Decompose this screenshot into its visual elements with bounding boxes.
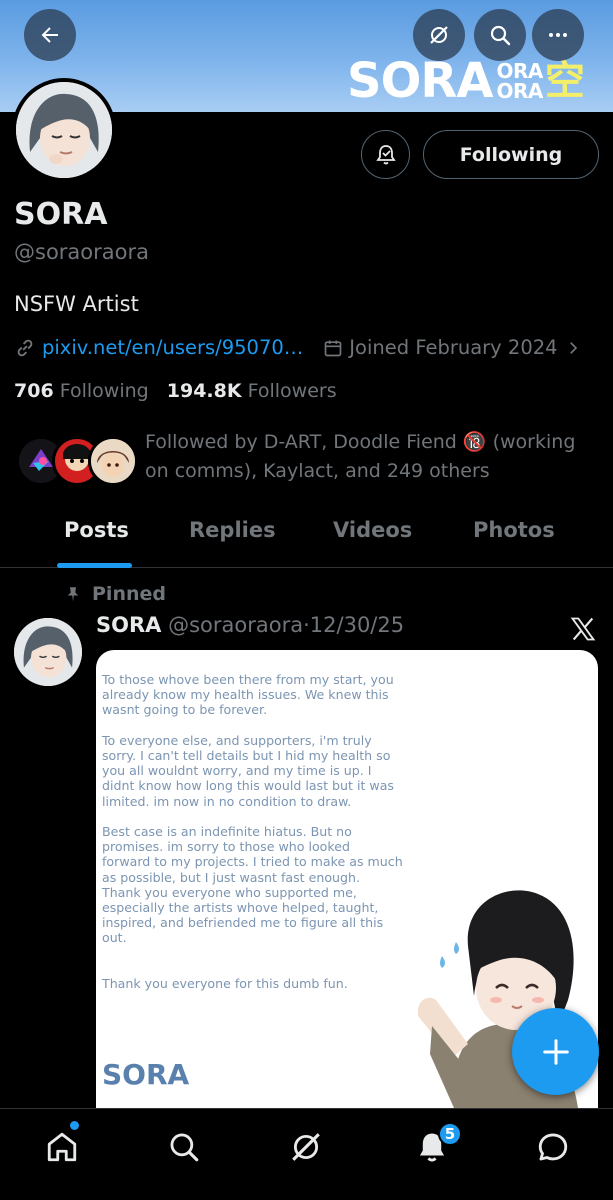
avatar-image: [16, 82, 112, 178]
more-options-button[interactable]: [532, 9, 584, 61]
profile-name: SORA: [14, 197, 108, 232]
joined-date[interactable]: Joined February 2024: [323, 336, 581, 359]
grok-icon: [430, 26, 448, 44]
tab-posts[interactable]: Posts: [64, 518, 129, 542]
followed-by-row[interactable]: Followed by D-ART, Doodle Fiend 🔞 (worki…: [16, 428, 606, 492]
tab-videos[interactable]: Videos: [333, 518, 412, 542]
post-separator: ·: [303, 613, 310, 637]
following-stat[interactable]: 706 Following: [14, 380, 149, 402]
logo-small-top: ORA: [496, 59, 543, 83]
calendar-icon: [324, 340, 342, 356]
following-button[interactable]: Following: [423, 130, 599, 179]
tab-replies[interactable]: Replies: [189, 518, 276, 542]
post-author-avatar[interactable]: [14, 618, 82, 686]
search-button[interactable]: [474, 9, 526, 61]
logo-small-bottom: ORA: [496, 79, 543, 103]
active-tab-indicator: [57, 563, 132, 568]
search-icon: [170, 1133, 199, 1162]
more-dots-icon: [549, 33, 567, 37]
bell-check-icon: [375, 144, 396, 164]
post-header: SORA @soraoraora·12/30/25: [96, 613, 404, 637]
grok-button[interactable]: [413, 9, 465, 61]
follower-avatar-3: [88, 436, 138, 486]
back-button[interactable]: [24, 9, 76, 61]
banner-logo: SORA ORA ORA 空: [347, 56, 585, 106]
tab-photos[interactable]: Photos: [473, 518, 555, 542]
followers-stat[interactable]: 194.8K Followers: [167, 380, 337, 402]
arrow-left-icon: [41, 27, 58, 43]
followed-by-text: Followed by D-ART, Doodle Fiend 🔞 (worki…: [145, 431, 576, 482]
pinned-label: Pinned: [64, 583, 166, 605]
home-unread-dot: [70, 1121, 79, 1130]
pin-icon: [67, 587, 79, 602]
search-icon: [490, 25, 511, 46]
nav-home[interactable]: [40, 1125, 84, 1169]
profile-avatar[interactable]: [12, 78, 116, 182]
nav-search[interactable]: [162, 1125, 206, 1169]
post-author-handle[interactable]: @soraoraora: [168, 613, 303, 637]
profile-link[interactable]: pixiv.net/en/users/95070…: [42, 336, 303, 359]
link-icon: [17, 339, 33, 356]
plus-icon: [542, 1038, 569, 1065]
profile-handle: @soraoraora: [14, 240, 149, 264]
chevron-right-icon: [569, 341, 577, 354]
notification-subscribe-button[interactable]: [361, 130, 410, 179]
messages-icon: [538, 1133, 568, 1161]
profile-meta: pixiv.net/en/users/95070… Joined Februar…: [14, 336, 582, 359]
post-date[interactable]: 12/30/25: [310, 613, 404, 637]
x-logo-icon[interactable]: [569, 615, 597, 647]
follow-stats: 706 Following 194.8K Followers: [14, 380, 337, 402]
profile-bio: NSFW Artist: [14, 292, 139, 316]
post-image-letter-text: To those whove been there from my start,…: [102, 672, 403, 992]
compose-post-button[interactable]: [512, 1008, 599, 1095]
bottom-navigation: [0, 1108, 613, 1200]
post-image-signature: SORA: [102, 1058, 190, 1091]
nav-grok[interactable]: [284, 1125, 328, 1169]
home-icon: [47, 1132, 77, 1162]
logo-kanji: 空: [544, 58, 585, 104]
profile-tabs: Posts Replies Videos Photos: [0, 508, 613, 568]
notification-count-badge: 5: [438, 1122, 462, 1146]
post-author-name[interactable]: SORA: [96, 613, 161, 637]
joined-label: Joined February 2024: [349, 336, 558, 359]
grok-icon: [292, 1133, 320, 1161]
nav-messages[interactable]: [531, 1125, 575, 1169]
logo-stack: ORA ORA: [496, 59, 543, 103]
logo-main-text: SORA: [347, 53, 493, 109]
